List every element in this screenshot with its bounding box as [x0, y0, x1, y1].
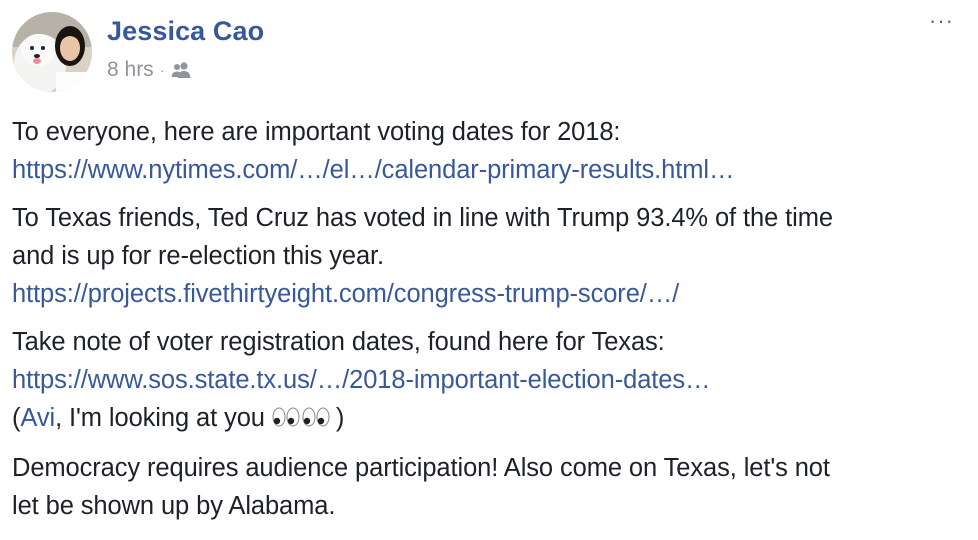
paragraph-3: Take note of voter registration dates, f…: [12, 323, 972, 439]
paragraph-1: To everyone, here are important voting d…: [12, 113, 972, 189]
paragraph-2: To Texas friends, Ted Cruz has voted in …: [12, 199, 972, 313]
link-fivethirtyeight[interactable]: https://projects.fivethirtyeight.com/con…: [12, 275, 972, 313]
paragraph-text: To Texas friends, Ted Cruz has voted in …: [12, 204, 833, 232]
mention-suffix: , I'm looking at you: [55, 404, 272, 432]
post-body: To everyone, here are important voting d…: [12, 113, 972, 535]
mention-avi[interactable]: Avi: [20, 404, 55, 432]
paragraph-text: let be shown up by Alabama.: [12, 492, 336, 520]
friends-icon[interactable]: [170, 61, 192, 79]
avatar[interactable]: [12, 12, 92, 92]
facebook-post: Jessica Cao 8 hrs · ··· To everyone, her…: [0, 0, 978, 540]
more-options-button[interactable]: ···: [929, 10, 954, 32]
link-nytimes[interactable]: https://www.nytimes.com/…/el…/calendar-p…: [12, 151, 972, 189]
paragraph-text: and is up for re-election this year.: [12, 242, 385, 270]
post-header: Jessica Cao 8 hrs · ···: [12, 10, 962, 92]
mention-closing: ): [335, 404, 345, 432]
post-timestamp[interactable]: 8 hrs: [107, 58, 154, 82]
link-sos-texas[interactable]: https://www.sos.state.tx.us/…/2018-impor…: [12, 361, 972, 399]
paragraph-text: To everyone, here are important voting d…: [12, 118, 621, 146]
eyes-emoji-icon: [272, 401, 336, 439]
paragraph-4: Democracy requires audience participatio…: [12, 449, 972, 525]
mention-line: (Avi, I'm looking at you ): [12, 399, 972, 439]
paragraph-text: Democracy requires audience participatio…: [12, 454, 830, 482]
meta-separator: ·: [159, 62, 165, 78]
paragraph-text: Take note of voter registration dates, f…: [12, 328, 665, 356]
author-name[interactable]: Jessica Cao: [107, 16, 264, 47]
post-meta: 8 hrs ·: [107, 58, 192, 82]
